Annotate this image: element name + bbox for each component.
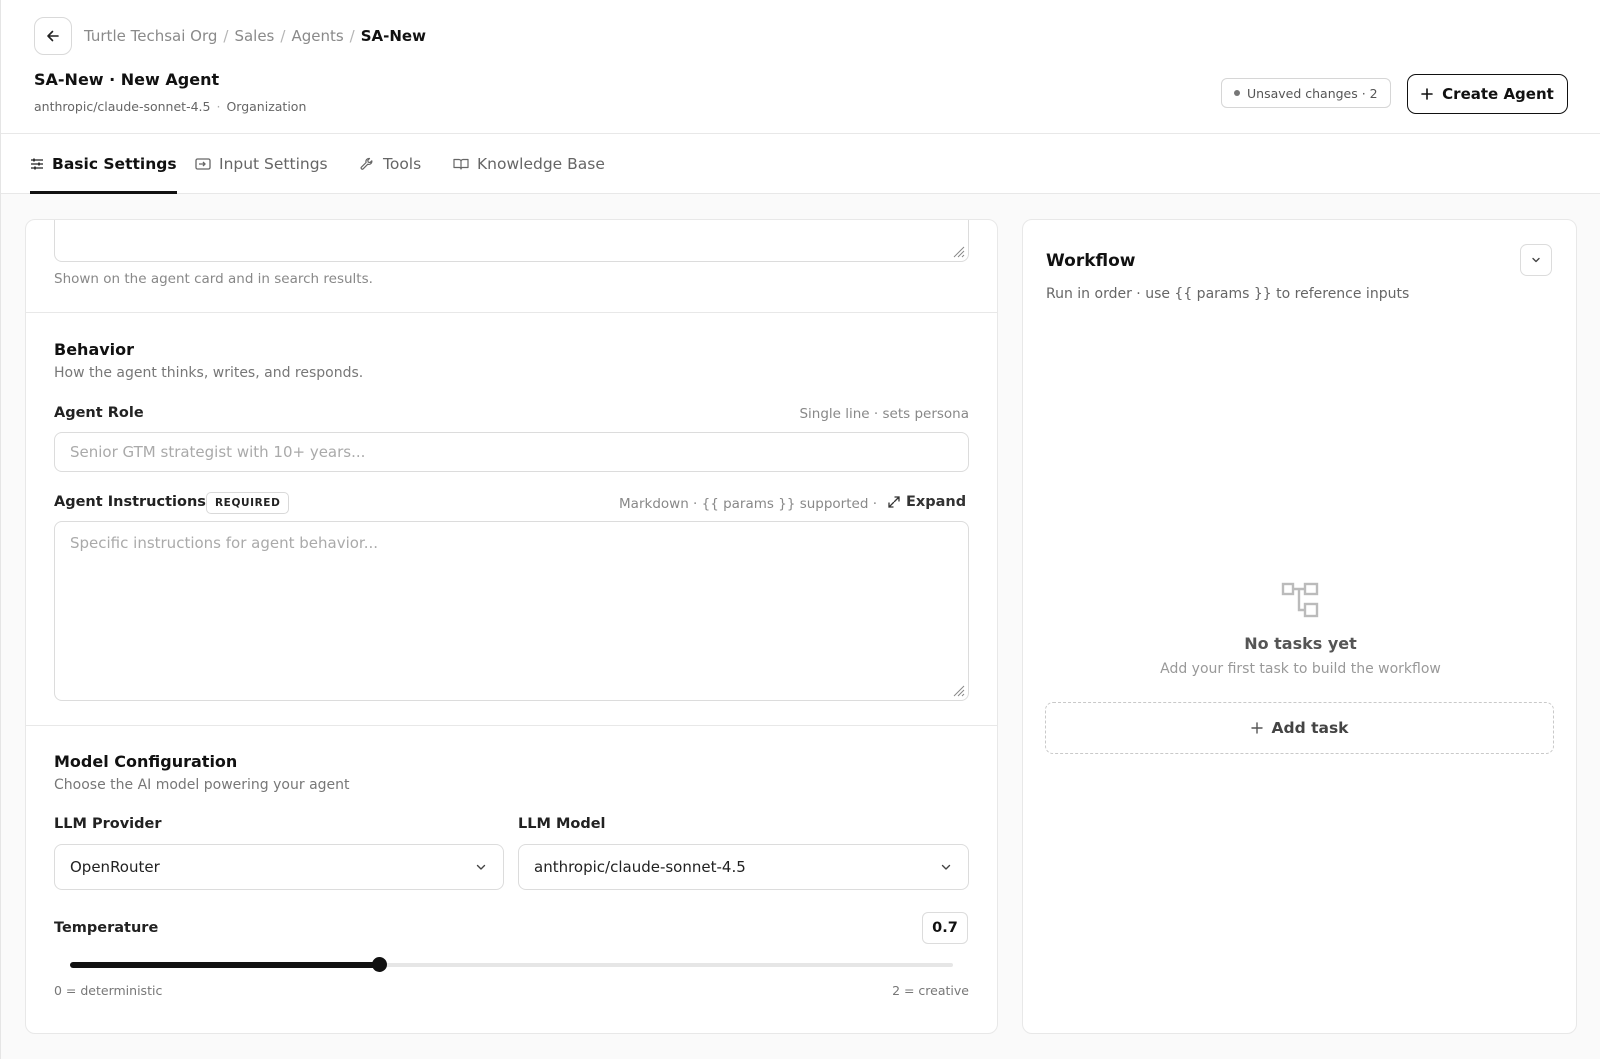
tab-label: Knowledge Base [477,155,605,173]
tab-label: Input Settings [219,155,328,173]
agent-role-label: Agent Role [54,405,144,421]
chevron-down-icon [1532,257,1540,263]
create-agent-button[interactable]: Create Agent [1407,74,1568,114]
llm-provider-select[interactable]: OpenRouter [54,844,504,890]
workflow-collapse-button[interactable] [1520,244,1552,276]
scope-label: Organization [226,99,307,114]
status-dot-icon [1234,90,1240,96]
add-task-button[interactable]: Add task [1045,702,1554,754]
arrow-left-icon [47,30,59,42]
breadcrumb-agents[interactable]: Agents [291,27,343,45]
tab-basic-settings[interactable]: Basic Settings [30,134,177,194]
back-button[interactable] [34,17,72,55]
expand-label: Expand [906,494,967,510]
resize-handle-icon[interactable] [951,683,965,697]
tab-input-settings[interactable]: Input Settings [195,134,328,194]
temperature-value[interactable]: 0.7 [922,912,968,944]
model-config-subtitle: Choose the AI model powering your agent [54,777,350,793]
expand-button[interactable]: Expand [888,494,966,510]
breadcrumb: Turtle Techsai Org / Sales / Agents / SA-New [84,27,426,45]
temperature-max-caption: 2 = creative [892,983,969,998]
wrench-icon [360,157,373,170]
llm-model-label: LLM Model [518,816,606,832]
model-id: anthropic/claude-sonnet-4.5 [34,99,211,114]
slider-thumb[interactable] [372,957,388,972]
agent-role-input[interactable]: Senior GTM strategist with 10+ years... [54,432,969,472]
model-config-title: Model Configuration [54,752,238,771]
description-hint: Shown on the agent card and in search re… [54,271,373,287]
tab-tools[interactable]: Tools [359,134,421,194]
description-textarea[interactable] [54,220,969,262]
agent-instructions-placeholder: Specific instructions for agent behavior… [70,534,379,552]
book-icon [453,158,469,170]
workflow-title: Workflow [1046,251,1136,271]
breadcrumb-org[interactable]: Turtle Techsai Org [84,27,217,45]
page-header: Turtle Techsai Org / Sales / Agents / SA-New S… [1,0,1600,134]
llm-provider-label: LLM Provider [54,816,162,832]
behavior-subtitle: How the agent thinks, writes, and respon… [54,365,364,381]
empty-state-title: No tasks yet [1244,634,1357,653]
agent-instructions-meta: Markdown · {{ params }} supported · [619,496,877,512]
section-divider [26,312,997,313]
tab-label: Tools [383,155,422,173]
create-agent-label: Create Agent [1442,85,1554,103]
required-badge: REQUIRED [206,492,290,514]
llm-model-select[interactable]: anthropic/claude-sonnet-4.5 [518,844,969,890]
workflow-empty-icon [1281,582,1319,618]
unsaved-changes-label: Unsaved changes · 2 [1247,85,1378,101]
empty-state-subtitle: Add your first task to build the workflo… [1160,661,1441,677]
workflow-card: Workflow Run in order · use {{ params }}… [1022,219,1577,1034]
agent-instructions-textarea[interactable]: Specific instructions for agent behavior… [54,521,969,701]
plus-icon [1250,722,1263,734]
settings-card: Shown on the agent card and in search re… [25,219,998,1034]
section-divider [26,725,997,726]
agent-editor-page: Turtle Techsai Org / Sales / Agents / SA-New S… [0,0,1600,1059]
llm-provider-value: OpenRouter [70,858,160,876]
sliders-icon [31,158,43,170]
slider-fill [70,962,380,968]
breadcrumb-current: SA-New [360,27,426,45]
temperature-min-caption: 0 = deterministic [54,983,163,998]
page-title: SA-New · New Agent [34,70,220,89]
temperature-slider[interactable] [70,957,953,972]
input-icon [195,158,211,170]
breadcrumb-sales[interactable]: Sales [234,27,274,45]
temperature-label: Temperature [54,920,159,936]
add-task-label: Add task [1271,719,1349,737]
workflow-subtitle: Run in order · use {{ params }} to refer… [1046,286,1410,302]
resize-handle-icon[interactable] [951,244,965,258]
agent-instructions-label: Agent Instructions [54,494,206,510]
unsaved-changes-badge: Unsaved changes · 2 [1221,78,1391,108]
tab-bar: Basic Settings Input Settings Tools Know… [1,134,1600,194]
llm-model-value: anthropic/claude-sonnet-4.5 [534,858,746,876]
agent-subline: anthropic/claude-sonnet-4.5 · Organization [34,99,307,114]
chevron-down-icon [476,864,486,870]
expand-icon [888,496,900,508]
plus-icon [1421,88,1433,100]
tab-knowledge-base[interactable]: Knowledge Base [453,134,605,194]
agent-role-meta: Single line · sets persona [799,406,969,422]
behavior-title: Behavior [54,340,135,359]
agent-role-placeholder: Senior GTM strategist with 10+ years... [70,443,366,461]
chevron-down-icon [941,864,951,870]
tab-label: Basic Settings [52,155,177,173]
